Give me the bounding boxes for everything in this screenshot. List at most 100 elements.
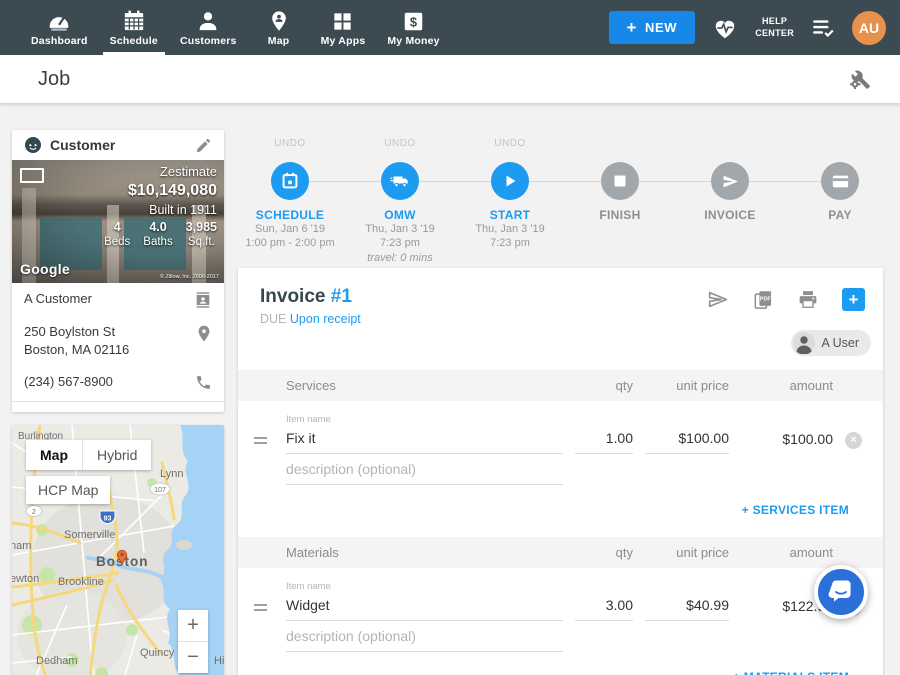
nav-item-customers[interactable]: Customers [169, 0, 248, 55]
user-avatar[interactable]: AU [852, 11, 886, 45]
help-center-button[interactable]: HELP CENTER [755, 16, 794, 39]
invoice-step-button[interactable] [711, 162, 749, 200]
customer-address-row: 250 Boylston St Boston, MA 02116 [12, 316, 224, 366]
job-settings-button[interactable] [848, 67, 872, 91]
nav-label: Map [268, 35, 290, 47]
material-qty-input[interactable] [575, 594, 633, 621]
nav-item-my-money[interactable]: $ My Money [376, 0, 450, 55]
step-date: Thu, Jan 3 '19 [365, 222, 434, 236]
chat-bubble-button[interactable] [814, 565, 868, 619]
undo-schedule-button[interactable]: UNDO [274, 138, 305, 150]
nav-items: Dashboard Schedule Customers Map [0, 0, 451, 55]
nav-item-my-apps[interactable]: My Apps [310, 0, 377, 55]
nav-item-dashboard[interactable]: Dashboard [20, 0, 99, 55]
printer-icon [798, 290, 818, 309]
health-pulse-button[interactable] [712, 16, 738, 40]
add-services-item-button[interactable]: + SERVICES ITEM [742, 503, 849, 517]
send-invoice-button[interactable] [707, 290, 729, 309]
map-pin-icon [269, 8, 289, 32]
new-button[interactable]: + NEW [609, 11, 696, 44]
pay-step-button[interactable] [821, 162, 859, 200]
drag-handle[interactable] [252, 604, 274, 611]
streetview-frame-icon[interactable] [20, 168, 44, 183]
due-value-link[interactable]: Upon receipt [290, 312, 361, 326]
step-time: 7:23 pm [490, 236, 530, 250]
remove-service-item-button[interactable]: × [845, 432, 862, 449]
step-date: Sun, Jan 6 '19 [255, 222, 325, 236]
phone-icon [195, 374, 212, 391]
omw-step-button[interactable] [381, 162, 419, 200]
undo-start-button[interactable]: UNDO [494, 138, 525, 150]
service-qty-input[interactable] [575, 427, 633, 454]
material-unit-price-input[interactable] [645, 594, 729, 621]
beds-label: Beds [104, 235, 130, 250]
activity-feed-button[interactable] [811, 17, 835, 39]
add-invoice-button[interactable]: + [842, 288, 865, 311]
address-line1: 250 Boylston St [24, 324, 115, 339]
heart-pulse-icon [712, 16, 738, 40]
add-materials-item-button[interactable]: + MATERIALS ITEM [733, 670, 849, 675]
add-services-item-row: + SERVICES ITEM [238, 485, 883, 537]
drag-handle[interactable] [252, 437, 274, 444]
services-section-header: Services qty unit price amount [238, 370, 883, 401]
services-description-row [238, 458, 883, 485]
zestimate-label: Zestimate [104, 164, 217, 181]
job-bar: Job [0, 55, 900, 103]
finish-step-button[interactable] [601, 162, 639, 200]
call-button[interactable] [195, 373, 212, 391]
edit-customer-button[interactable] [195, 137, 212, 154]
service-unit-price-input[interactable] [645, 427, 729, 454]
service-item-name-input[interactable] [286, 427, 563, 454]
zoom-in-button[interactable]: + [178, 610, 208, 641]
zestimate-value: $10,149,080 [104, 181, 217, 202]
customer-history-row[interactable]: Customer History › [12, 402, 224, 412]
contact-card-button[interactable] [194, 290, 212, 309]
send-outline-icon [707, 290, 729, 309]
undo-omw-button[interactable]: UNDO [384, 138, 415, 150]
customer-phone: (234) 567-8900 [24, 373, 113, 391]
print-button[interactable] [798, 290, 818, 309]
pdf-button[interactable]: PDF [753, 290, 774, 310]
dashboard-icon [47, 8, 71, 32]
wrench-gear-icon [848, 67, 872, 91]
step-label: INVOICE [704, 208, 755, 222]
page-title: Job [38, 68, 70, 91]
send-icon [722, 173, 739, 190]
baths-value: 4.0 [143, 219, 172, 235]
services-item-row: $100.00 × [238, 427, 883, 454]
schedule-step-button[interactable] [271, 162, 309, 200]
due-label: DUE [260, 312, 286, 326]
hcp-map-button[interactable]: HCP Map [26, 476, 110, 504]
step-time: 1:00 pm - 2:00 pm [245, 236, 334, 250]
pdf-icon: PDF [753, 290, 774, 310]
material-item-name-input[interactable] [286, 594, 563, 621]
invoice-card: Invoice #1 DUE Upon receipt PDF + [238, 268, 883, 675]
item-name-label: Item name [286, 581, 563, 592]
materials-section-header: Materials qty unit price amount [238, 537, 883, 568]
material-description-input[interactable] [286, 625, 563, 652]
map-zoom-control: + − [178, 610, 208, 673]
materials-item-label-row: Item name [238, 581, 883, 592]
invoice-header: Invoice #1 DUE Upon receipt PDF + [238, 268, 883, 370]
map-type-button-map[interactable]: Map [26, 440, 82, 470]
invoice-title-text: Invoice [260, 286, 325, 307]
invoice-due: DUE Upon receipt [260, 312, 361, 326]
nav-item-schedule[interactable]: Schedule [99, 0, 169, 55]
start-step-button[interactable] [491, 162, 529, 200]
service-description-input[interactable] [286, 458, 563, 485]
stop-icon [613, 174, 627, 188]
map-label-newton: Newton [12, 573, 39, 585]
calendar-icon [281, 172, 299, 190]
assignee-pill[interactable]: A User [791, 330, 871, 356]
apps-grid-icon [332, 8, 353, 32]
customer-card-header: Customer [12, 130, 224, 160]
nav-item-map[interactable]: Map [248, 0, 310, 55]
map-type-button-hybrid[interactable]: Hybrid [83, 440, 151, 470]
zoom-out-button[interactable]: − [178, 642, 208, 673]
nav-right: + NEW HELP CENTER AU [609, 0, 900, 55]
plus-icon: + [627, 19, 638, 36]
map-type-controls: Map Hybrid HCP Map [26, 440, 151, 504]
map-pin-button[interactable] [196, 323, 212, 343]
item-name-label: Item name [286, 414, 563, 425]
amount-column-header: amount [741, 378, 833, 393]
